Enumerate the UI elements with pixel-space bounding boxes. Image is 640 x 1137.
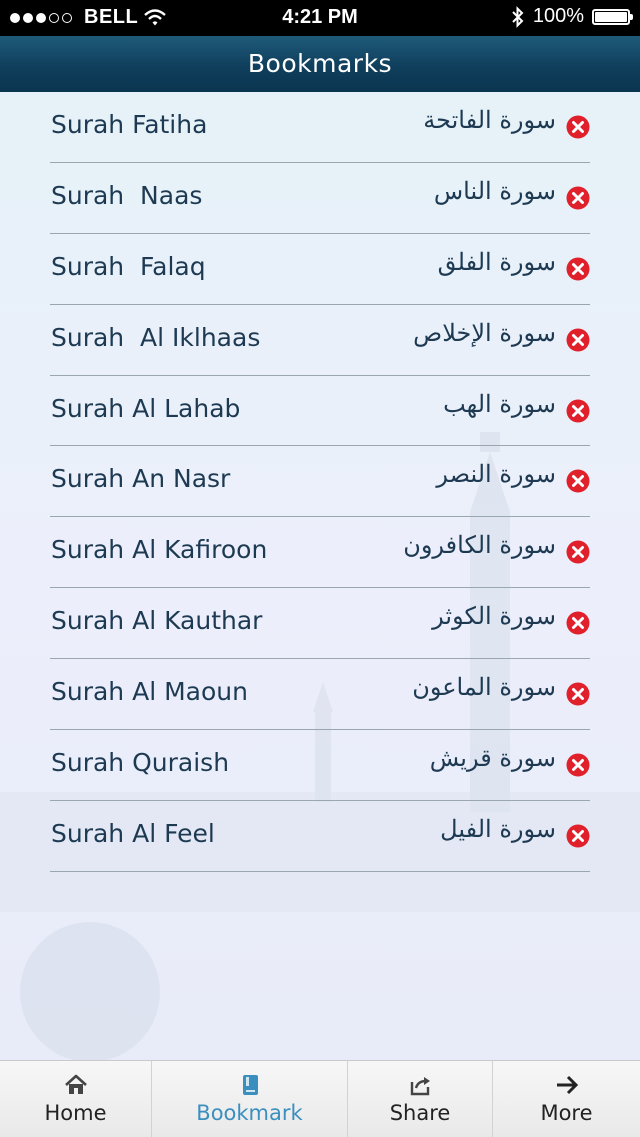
delete-icon[interactable]: [566, 186, 590, 210]
tab-bookmark-label: Bookmark: [196, 1101, 303, 1125]
surah-english-name: Surah An Nasr: [51, 464, 231, 494]
delete-icon[interactable]: [566, 399, 590, 423]
tab-home[interactable]: Home: [0, 1061, 152, 1137]
tab-more[interactable]: More: [493, 1061, 640, 1137]
surah-english-name: Surah Al Kauthar: [51, 606, 263, 636]
delete-icon[interactable]: [566, 257, 590, 281]
tab-bar: Home Bookmark Share More: [0, 1060, 640, 1137]
list-item[interactable]: Surah Al Kauthar سورة الكوثر: [50, 588, 590, 660]
list-item[interactable]: Surah Quraish سورة قريش: [50, 730, 590, 801]
share-icon: [410, 1077, 430, 1096]
tab-share[interactable]: Share: [348, 1061, 493, 1137]
surah-arabic-name: سورة الكوثر: [432, 602, 556, 631]
list-item[interactable]: Surah Al Lahab سورة الهب: [50, 376, 590, 447]
list-item[interactable]: Surah Falaq سورة الفلق: [50, 234, 590, 305]
delete-icon[interactable]: [566, 328, 590, 352]
surah-arabic-name: سورة الفيل: [440, 814, 556, 843]
tab-home-label: Home: [44, 1101, 107, 1125]
surah-english-name: Surah Al Lahab: [51, 393, 241, 423]
surah-english-name: Surah Al Maoun: [51, 677, 248, 707]
bookmark-list: Surah Fatiha سورة الفاتحة Surah Naas سور…: [50, 92, 590, 872]
surah-arabic-name: سورة النصر: [436, 460, 556, 489]
list-item[interactable]: Surah Naas سورة الناس: [50, 163, 590, 234]
surah-arabic-name: سورة الكافرون: [403, 531, 556, 560]
surah-english-name: Surah Al Feel: [51, 818, 215, 848]
status-right: 100%: [511, 5, 633, 28]
surah-english-name: Surah Al Kafiroon: [51, 535, 268, 565]
delete-icon[interactable]: [566, 115, 590, 139]
battery-icon: [592, 8, 633, 25]
surah-english-name: Surah Falaq: [51, 251, 206, 281]
list-item[interactable]: Surah Al Feel سورة الفيل: [50, 801, 590, 872]
list-item[interactable]: Surah Al Iklhaas سورة الإخلاص: [50, 305, 590, 376]
delete-icon[interactable]: [566, 540, 590, 564]
surah-arabic-name: سورة الفلق: [437, 247, 556, 276]
surah-arabic-name: سورة الهب: [443, 389, 556, 418]
arrow-right-icon: [556, 1075, 578, 1095]
status-bar: BELL 4:21 PM 100%: [0, 0, 640, 36]
bluetooth-icon: [512, 5, 524, 28]
list-item[interactable]: Surah An Nasr سورة النصر: [50, 446, 590, 518]
surah-arabic-name: سورة الناس: [433, 176, 556, 205]
tab-more-label: More: [540, 1101, 593, 1125]
battery-percent: 100%: [532, 5, 584, 27]
surah-english-name: Surah Fatiha: [51, 110, 208, 139]
surah-english-name: Surah Quraish: [51, 748, 230, 778]
surah-english-name: Surah Al Iklhaas: [51, 322, 261, 352]
tab-share-label: Share: [389, 1101, 451, 1125]
bookmark-icon: [242, 1075, 258, 1095]
home-icon: [64, 1074, 87, 1094]
delete-icon[interactable]: [566, 682, 590, 706]
list-item[interactable]: Surah Fatiha سورة الفاتحة: [50, 92, 590, 163]
delete-icon[interactable]: [566, 469, 590, 493]
content-area: Surah Fatiha سورة الفاتحة Surah Naas سور…: [0, 92, 640, 1060]
delete-icon[interactable]: [566, 824, 590, 848]
page-title: Bookmarks: [247, 49, 393, 78]
delete-icon[interactable]: [566, 753, 590, 777]
list-item[interactable]: Surah Al Kafiroon سورة الكافرون: [50, 517, 590, 589]
delete-icon[interactable]: [566, 611, 590, 635]
surah-arabic-name: سورة الماعون: [412, 673, 556, 702]
list-item[interactable]: Surah Al Maoun سورة الماعون: [50, 659, 590, 731]
tab-bookmark[interactable]: Bookmark: [152, 1061, 348, 1137]
surah-arabic-name: سورة الفاتحة: [423, 106, 556, 134]
surah-arabic-name: سورة الإخلاص: [413, 318, 556, 347]
nav-bar: Bookmarks: [0, 36, 640, 93]
surah-english-name: Surah Naas: [51, 180, 203, 210]
surah-arabic-name: سورة قريش: [429, 744, 556, 773]
